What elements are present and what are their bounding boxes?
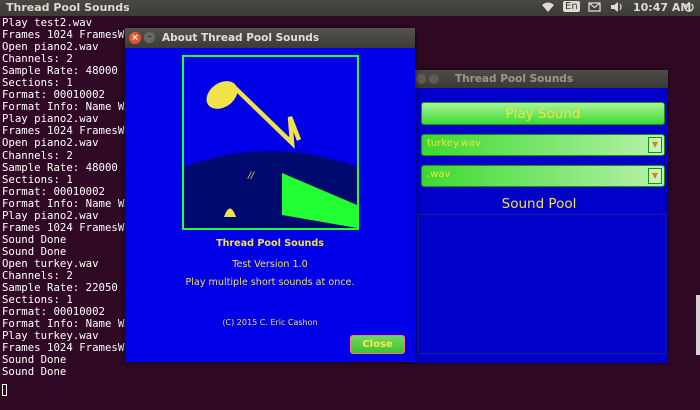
main-window-title: Thread Pool Sounds: [455, 73, 574, 85]
combo-arrow-icon[interactable]: ▼: [648, 137, 662, 153]
main-window[interactable]: Thread Pool Sounds Play Sound turkey.wav…: [410, 70, 668, 363]
volume-icon[interactable]: [610, 1, 624, 16]
file-filter-select[interactable]: .wav ▼: [421, 165, 665, 187]
window-minimize-icon[interactable]: –: [144, 32, 155, 43]
keyboard-layout-indicator[interactable]: En: [563, 1, 580, 12]
about-dialog-title: About Thread Pool Sounds: [162, 32, 320, 44]
wifi-icon[interactable]: [541, 1, 555, 16]
active-app-title: Thread Pool Sounds: [6, 1, 130, 14]
about-copyright: (C) 2015 C. Eric Cashon: [222, 318, 318, 327]
about-dialog-titlebar[interactable]: × – About Thread Pool Sounds: [125, 28, 415, 48]
window-minimize-icon[interactable]: [429, 74, 439, 84]
combo-arrow-icon[interactable]: ▼: [648, 168, 662, 184]
mail-icon[interactable]: [588, 1, 601, 15]
about-dialog[interactable]: × – About Thread Pool Sounds // Thread P…: [125, 28, 415, 362]
close-button[interactable]: Close: [350, 335, 405, 354]
sound-file-select-value: turkey.wav: [427, 138, 481, 149]
window-close-icon[interactable]: ×: [129, 32, 141, 44]
screen-edge-fragment: [696, 295, 700, 355]
power-icon[interactable]: [683, 1, 695, 16]
about-app-name: Thread Pool Sounds: [216, 238, 324, 249]
main-window-titlebar[interactable]: Thread Pool Sounds: [410, 70, 668, 88]
file-filter-select-value: .wav: [427, 169, 451, 180]
play-sound-button[interactable]: Play Sound: [421, 102, 665, 125]
sound-pool-list[interactable]: [418, 214, 666, 354]
sound-file-select[interactable]: turkey.wav ▼: [421, 134, 665, 156]
app-logo: //: [182, 55, 359, 230]
window-close-icon[interactable]: [416, 74, 426, 84]
svg-text://: //: [247, 171, 255, 181]
sound-pool-label: Sound Pool: [501, 196, 577, 212]
about-description: Play multiple short sounds at once.: [185, 277, 355, 288]
top-panel: Thread Pool Sounds En 10:47 AM: [0, 0, 700, 16]
terminal-cursor: [2, 384, 7, 396]
about-version: Test Version 1.0: [232, 259, 308, 270]
terminal-line: Sound Done: [2, 365, 67, 379]
